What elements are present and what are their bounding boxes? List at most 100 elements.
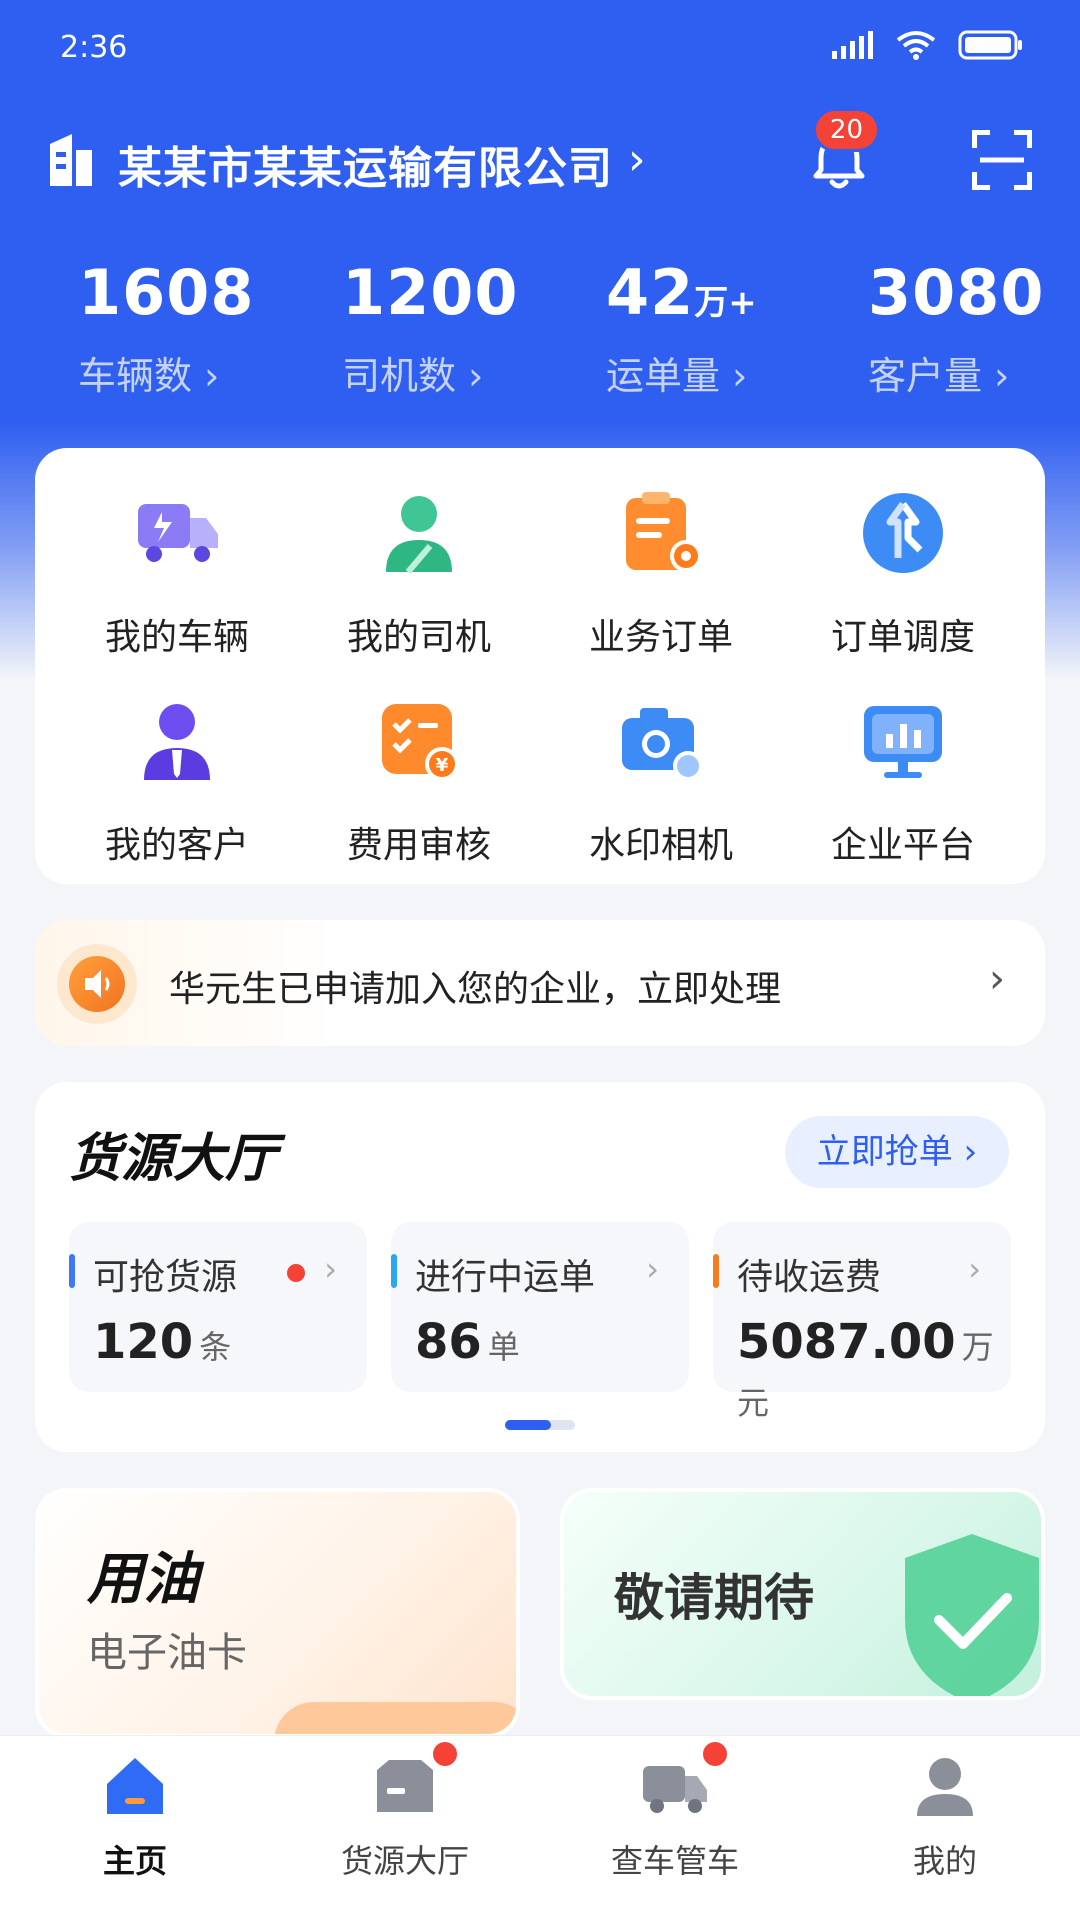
oil-subtitle: 电子油卡 [87,1630,247,1676]
battery-icon [958,30,1022,60]
tab-label: 货源大厅 [340,1842,469,1880]
grid-label: 我的车辆 [104,617,249,658]
status-icons [832,30,1024,60]
oil-title: 用油 [87,1547,199,1612]
hall-box-value: 120 条 [93,1314,231,1370]
camera-icon [622,708,703,781]
vehicle-manage-icon [643,1766,707,1813]
grid-item-watermark-camera[interactable]: 水印相机 [551,696,771,868]
status-bar: 2:36 [0,0,1080,96]
notice-text: 华元生已申请加入您的企业，立即处理 [169,969,782,1010]
customer-icon [144,704,210,780]
grid-item-business-orders[interactable]: 业务订单 [551,488,771,660]
notification-badge: 20 [812,108,880,152]
hall-box-value: 86 单 [415,1314,520,1370]
hall-box-pending-freight[interactable]: 待收运费 › 5087.00 万元 [713,1222,1011,1422]
stat-drivers[interactable]: 1200 司机数 › [342,256,582,400]
stats-row: 1608 车辆数 › 1200 司机数 › 42万+ 运单量 › 3080 客户… [0,256,1080,398]
oil-decoration [274,1702,516,1734]
stat-waybills[interactable]: 42万+ 运单量 › [606,256,846,400]
tab-badge-dot [703,1742,727,1766]
tab-label: 我的 [912,1842,977,1880]
grid-label: 费用审核 [346,825,491,866]
stat-label: 司机数 › [342,354,484,398]
stat-value: 1200 [342,256,519,329]
grid-item-fee-review[interactable]: ¥ 费用审核 [309,696,529,868]
fee-review-icon: ¥ [382,704,459,781]
profile-icon [917,1758,973,1816]
hall-box-label: 进行中运单 [415,1257,596,1298]
coming-soon-text: 敬请期待 [614,1569,814,1627]
coming-soon-card: 敬请期待 [560,1488,1045,1700]
tab-badge-dot [433,1742,457,1766]
stat-label: 运单量 › [606,354,748,398]
grid-item-my-customers[interactable]: 我的客户 [67,696,287,868]
platform-icon [864,706,942,778]
stat-vehicles[interactable]: 1608 车辆数 › [78,256,318,400]
chevron-right-icon[interactable]: › [628,134,646,185]
grid-label: 我的司机 [346,617,491,658]
join-request-notice[interactable]: 华元生已申请加入您的企业，立即处理 › [35,920,1045,1046]
stat-label: 客户量 › [868,354,1010,398]
driver-icon [386,496,452,574]
grid-label: 企业平台 [830,825,975,866]
tab-home[interactable]: 主页 [0,1750,270,1882]
accent-bar [391,1254,397,1288]
chevron-right-icon: › [968,1250,981,1288]
stat-label: 车辆数 › [78,354,220,398]
stat-customers[interactable]: 3080 客户量 › [868,256,1080,400]
dispatch-icon [863,493,943,573]
stat-value: 1608 [78,256,255,329]
order-icon [626,492,702,572]
oil-card[interactable]: 用油 电子油卡 [35,1488,520,1738]
chevron-right-icon: › [646,1250,659,1288]
value-unit: 条 [199,1328,232,1366]
function-grid: 我的车辆 我的司机 业务订单 订单调度 我的客户 ¥ 费用审核 水印相机 企业平… [35,448,1045,884]
tab-label: 查车管车 [610,1842,739,1880]
hall-box-label: 可抢货源 [93,1257,238,1298]
status-time: 2:36 [60,30,128,65]
chevron-right-icon: › [324,1250,337,1288]
tab-cargo-hall[interactable]: 货源大厅 [270,1742,540,1882]
pager-active [505,1420,551,1430]
tab-label: 主页 [102,1842,167,1880]
truck-icon [138,504,218,562]
tab-profile[interactable]: 我的 [810,1750,1080,1882]
svg-text:¥: ¥ [436,755,449,776]
carousel-pager [505,1420,575,1430]
hall-box-available-cargo[interactable]: 可抢货源 › 120 条 [69,1222,367,1392]
grid-label: 我的客户 [104,825,249,866]
grab-order-button[interactable]: 立即抢单 › [785,1116,1009,1188]
hall-title: 货源大厅 [69,1129,278,1189]
value-unit: 单 [487,1328,520,1366]
scan-icon[interactable] [972,130,1032,190]
grid-item-my-vehicles[interactable]: 我的车辆 [67,488,287,660]
chevron-right-icon: › [989,956,1005,1002]
hall-box-label: 待收运费 [737,1257,882,1298]
grid-item-order-dispatch[interactable]: 订单调度 [793,488,1013,660]
grid-label: 业务订单 [588,617,733,658]
company-header: 某某市某某运输有限公司 › 20 [48,108,1032,194]
new-dot [287,1264,305,1282]
wifi-icon [896,31,936,60]
stat-value: 42 [606,256,695,329]
grid-label: 水印相机 [588,825,733,866]
signal-icon [832,31,873,59]
cargo-hall-card: 货源大厅 立即抢单 › 可抢货源 › 120 条 进行中运单 › 86 单 待收运费… [35,1082,1045,1452]
accent-bar [69,1254,75,1288]
speaker-icon [57,944,137,1024]
building-icon [50,134,92,186]
grid-item-enterprise-platform[interactable]: 企业平台 [793,696,1013,868]
hall-box-in-progress[interactable]: 进行中运单 › 86 单 [391,1222,689,1392]
value-number: 86 [415,1314,482,1370]
bottom-tab-bar: 主页 货源大厅 查车管车 我的 [0,1735,1080,1920]
accent-bar [713,1254,719,1288]
cargo-hall-icon [377,1760,433,1812]
grid-item-my-drivers[interactable]: 我的司机 [309,488,529,660]
home-icon [107,1758,163,1814]
company-name[interactable]: 某某市某某运输有限公司 [118,132,613,196]
tab-vehicle-manage[interactable]: 查车管车 [540,1742,810,1882]
hall-box-value: 5087.00 万元 [737,1314,1011,1426]
grid-label: 订单调度 [830,617,975,658]
stat-unit: 万+ [694,283,757,323]
